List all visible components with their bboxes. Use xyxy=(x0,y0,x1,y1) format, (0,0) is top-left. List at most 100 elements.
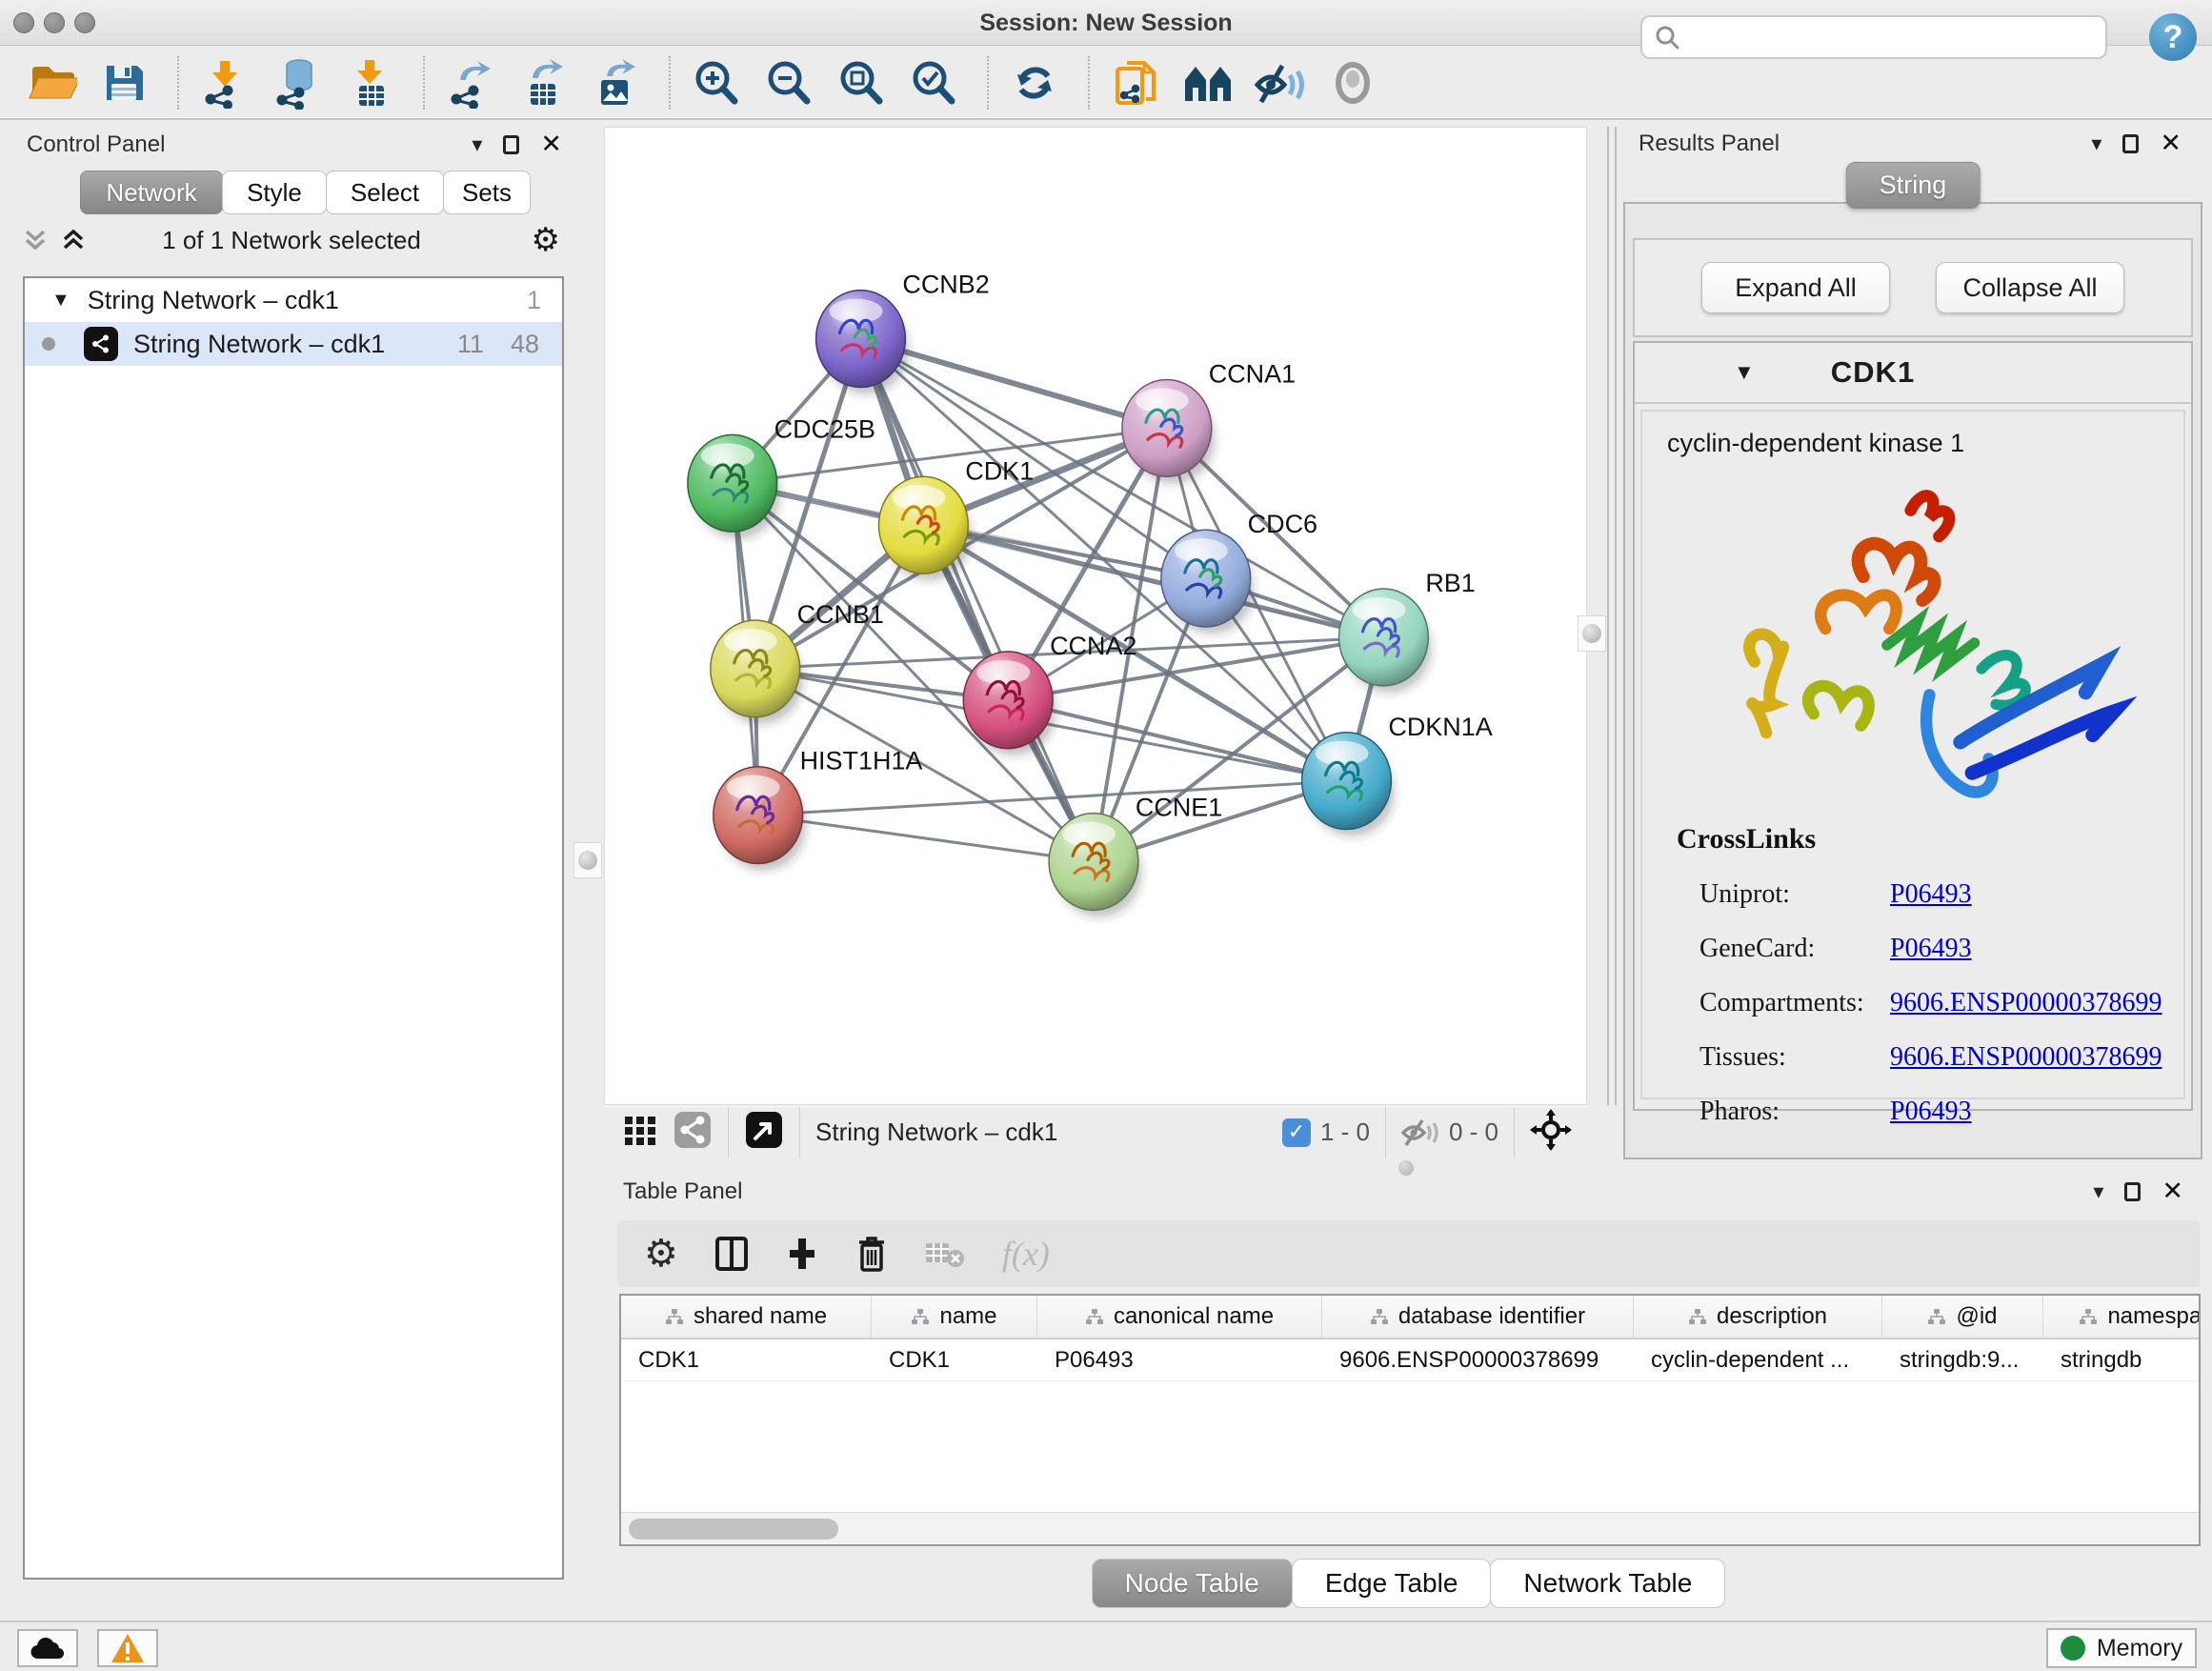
clone-network-button[interactable] xyxy=(1109,56,1162,110)
binoculars-button[interactable] xyxy=(1181,56,1235,110)
export-table-button[interactable] xyxy=(516,56,570,110)
table-cell[interactable]: stringdb xyxy=(2043,1339,2201,1380)
panel-menu-icon[interactable]: ▾ xyxy=(2093,1180,2103,1204)
expand-all-button[interactable]: Expand All xyxy=(1701,262,1890,313)
panel-close-icon[interactable]: ✕ xyxy=(2160,134,2182,153)
network-node-CDKN1A[interactable]: CDKN1A xyxy=(1302,713,1493,836)
network-node-CCNE1[interactable]: CCNE1 xyxy=(1049,794,1222,917)
memory-button[interactable]: Memory xyxy=(2046,1628,2197,1668)
show-graphics-button[interactable] xyxy=(1326,56,1379,110)
export-image-button[interactable] xyxy=(589,56,642,110)
gene-section-header[interactable]: ▼ CDK1 xyxy=(1635,343,2191,404)
network-node-RB1[interactable]: RB1 xyxy=(1339,569,1476,693)
gene-expand-icon[interactable]: ▼ xyxy=(1734,360,1755,385)
warnings-button[interactable] xyxy=(97,1629,158,1667)
fit-content-button[interactable] xyxy=(1530,1109,1572,1156)
zoom-fit-button[interactable] xyxy=(835,56,888,110)
zoom-out-button[interactable] xyxy=(762,56,815,110)
panel-menu-icon[interactable]: ▾ xyxy=(2091,132,2101,156)
show-columns-button[interactable] xyxy=(714,1235,749,1273)
crosslink-row: Uniprot: P06493 xyxy=(1699,867,2162,921)
import-table-button[interactable] xyxy=(343,56,396,110)
apply-layout-button[interactable] xyxy=(1008,56,1061,110)
table-cell[interactable]: cyclin-dependent ... xyxy=(1634,1339,1882,1380)
results-panel-title: Results Panel xyxy=(1639,131,1780,157)
hide-annotations-button[interactable] xyxy=(1254,56,1307,110)
network-node-CCNB1[interactable]: CCNB1 xyxy=(711,600,884,724)
table-settings-button[interactable]: ⚙ xyxy=(644,1232,678,1276)
crosslink-link[interactable]: 9606.ENSP00000378699 xyxy=(1890,1042,2162,1073)
table-cell[interactable]: stringdb:9... xyxy=(1882,1339,2043,1380)
zoom-selected-button[interactable] xyxy=(907,56,960,110)
birds-eye-view-button[interactable] xyxy=(744,1110,784,1155)
panel-close-icon[interactable]: ✕ xyxy=(2162,1182,2183,1201)
tab-style[interactable]: Style xyxy=(222,171,327,214)
share-view-button[interactable] xyxy=(673,1110,713,1155)
column-header-shared-name[interactable]: shared name xyxy=(621,1296,872,1338)
network-node-CCNA1[interactable]: CCNA1 xyxy=(1122,359,1296,483)
zoom-in-icon xyxy=(691,57,742,109)
tab-node-table[interactable]: Node Table xyxy=(1092,1559,1293,1608)
tab-network-table[interactable]: Network Table xyxy=(1490,1559,1725,1608)
eye-slash-icon xyxy=(1254,58,1307,108)
column-header-canonical-name[interactable]: canonical name xyxy=(1037,1296,1322,1338)
table-cell[interactable]: CDK1 xyxy=(872,1339,1037,1380)
column-header--id[interactable]: @id xyxy=(1882,1296,2043,1338)
column-header-database-identifier[interactable]: database identifier xyxy=(1322,1296,1634,1338)
panel-float-icon[interactable] xyxy=(2122,134,2139,153)
crosslink-link[interactable]: P06493 xyxy=(1890,934,1972,964)
scrollbar-thumb[interactable] xyxy=(629,1519,838,1540)
collection-expand-icon[interactable]: ▼ xyxy=(51,290,70,312)
table-cell[interactable]: 9606.ENSP00000378699 xyxy=(1322,1339,1634,1380)
tab-sets[interactable]: Sets xyxy=(443,171,531,214)
add-column-button[interactable] xyxy=(785,1235,819,1273)
table-cell[interactable]: CDK1 xyxy=(621,1339,872,1380)
network-edge-CCNA2-CDKN1A[interactable] xyxy=(1008,700,1346,781)
left-splitter-grip[interactable] xyxy=(573,842,602,878)
tab-string[interactable]: String xyxy=(1846,162,1981,209)
zoom-in-button[interactable] xyxy=(690,56,743,110)
delete-column-button[interactable] xyxy=(855,1234,888,1274)
help-button[interactable]: ? xyxy=(2149,13,2197,61)
network-options-gear-icon[interactable]: ⚙ xyxy=(532,221,560,259)
column-header-name[interactable]: name xyxy=(872,1296,1037,1338)
clear-table-button[interactable] xyxy=(924,1238,966,1270)
collapse-all-button[interactable]: Collapse All xyxy=(1936,262,2124,313)
import-network-file-button[interactable] xyxy=(198,56,251,110)
network-canvas[interactable]: CCNB2 CCNA1 CDC25B CDK1 CDC6 RB1 CCNB1 xyxy=(604,127,1587,1105)
search-input[interactable] xyxy=(1680,19,2105,55)
panel-close-icon[interactable]: ✕ xyxy=(540,135,562,154)
column-header-namespace[interactable]: namespace xyxy=(2043,1296,2201,1338)
tab-network[interactable]: Network xyxy=(80,171,223,214)
open-session-button[interactable] xyxy=(25,56,78,110)
column-header-description[interactable]: description xyxy=(1634,1296,1882,1338)
crosslink-link[interactable]: P06493 xyxy=(1890,1097,1972,1127)
panel-float-icon[interactable] xyxy=(2124,1182,2141,1201)
table-toolbar: ⚙ f(x) xyxy=(617,1220,2201,1287)
network-edge-count: 48 xyxy=(511,330,539,359)
hidden-items-icon[interactable] xyxy=(1401,1117,1439,1149)
network-list: ▼ String Network – cdk1 1 String Network… xyxy=(23,276,564,1580)
tab-select[interactable]: Select xyxy=(326,171,444,214)
save-session-button[interactable] xyxy=(97,56,151,110)
crosslink-link[interactable]: 9606.ENSP00000378699 xyxy=(1890,988,2162,1018)
network-collection-row[interactable]: ▼ String Network – cdk1 1 xyxy=(25,278,562,322)
crosslink-link[interactable]: P06493 xyxy=(1890,879,1972,910)
selected-items-checkbox[interactable]: ✓ xyxy=(1282,1118,1311,1147)
network-row-selected[interactable]: String Network – cdk1 11 48 xyxy=(25,322,562,366)
export-network-button[interactable] xyxy=(444,56,497,110)
table-row[interactable]: CDK1CDK1P064939606.ENSP00000378699cyclin… xyxy=(621,1339,2199,1381)
function-builder-button[interactable]: f(x) xyxy=(1002,1234,1050,1274)
cloud-status-button[interactable] xyxy=(17,1629,78,1667)
network-edge-CCNB2-CCNE1[interactable] xyxy=(860,339,1094,862)
network-edge-HIST1H1A-CCNE1[interactable] xyxy=(758,815,1094,862)
panel-menu-icon[interactable]: ▾ xyxy=(472,133,482,157)
right-splitter-grip[interactable] xyxy=(1578,615,1606,652)
crosslink-label: GeneCard: xyxy=(1699,934,1890,964)
table-horizontal-scrollbar[interactable] xyxy=(621,1512,2199,1544)
import-network-database-button[interactable] xyxy=(271,56,324,110)
table-cell[interactable]: P06493 xyxy=(1037,1339,1322,1380)
tab-edge-table[interactable]: Edge Table xyxy=(1292,1559,1492,1608)
panel-float-icon[interactable] xyxy=(503,135,519,154)
grid-view-button[interactable] xyxy=(621,1111,659,1154)
